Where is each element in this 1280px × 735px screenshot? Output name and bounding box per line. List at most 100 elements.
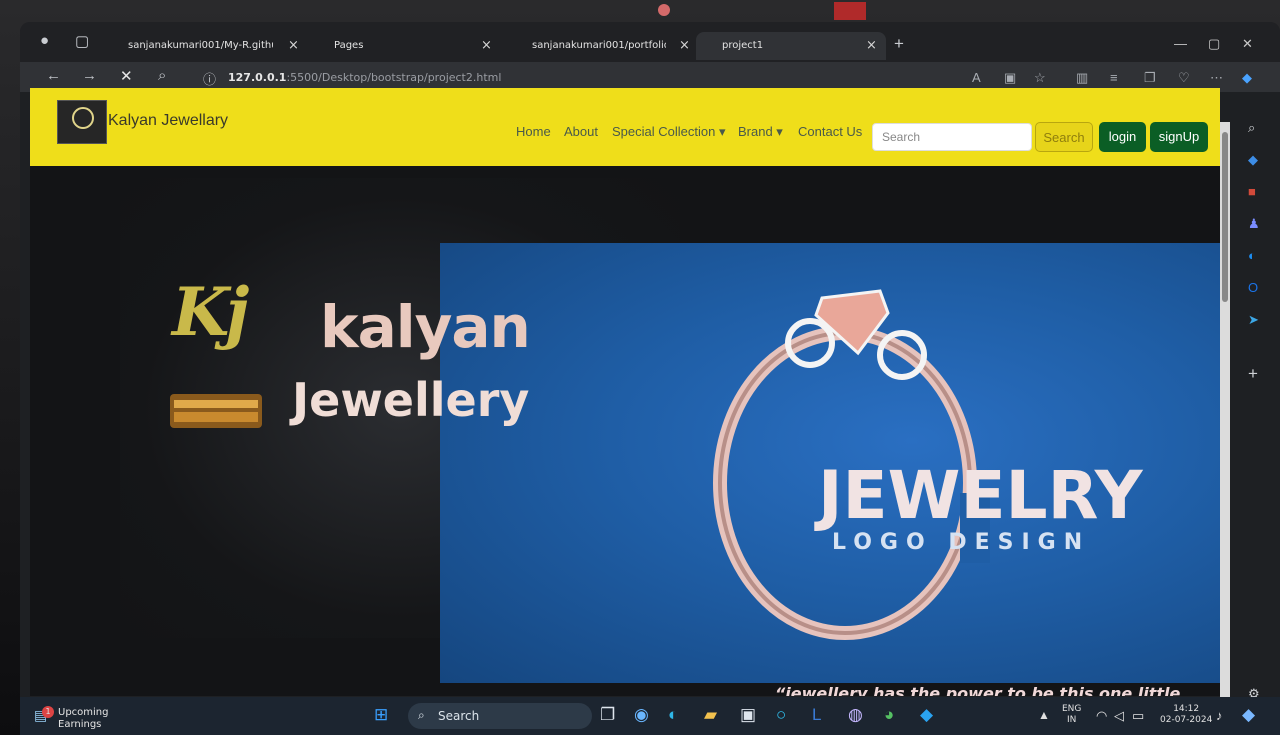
tab-actions-icon[interactable]: ▢ — [75, 32, 89, 50]
tab-title: sanjanakumari001/My-R.github. — [128, 40, 273, 51]
brand-logo[interactable] — [57, 100, 107, 144]
battery-icon[interactable]: ▭ — [1132, 708, 1144, 724]
close-icon[interactable]: × — [679, 38, 690, 53]
taskbar: ▤ 1 Upcoming Earnings ⊞ ⌕ Search ❐ ◉ ◐ ▰… — [20, 697, 1280, 735]
outlook-icon[interactable]: O — [1248, 280, 1258, 295]
tab-pages[interactable]: Pages × — [316, 32, 496, 60]
screen: ● ▢ sanjanakumari001/My-R.github. × Page… — [20, 22, 1280, 735]
volume-icon[interactable]: ◁ — [1114, 708, 1124, 724]
search-input[interactable]: Search — [872, 123, 1032, 151]
github-icon[interactable]: ◍ — [848, 705, 863, 725]
split-screen-icon[interactable]: ▥ — [1076, 70, 1088, 86]
clock[interactable]: 14:12 02-07-2024 — [1160, 704, 1212, 726]
close-window-icon[interactable]: ✕ — [1242, 36, 1253, 52]
chrome-icon[interactable]: ◕ — [884, 705, 894, 725]
site-info-icon[interactable]: ⓘ — [203, 69, 216, 88]
more-icon[interactable]: ⋯ — [1210, 70, 1223, 86]
file-explorer-icon[interactable]: ▰ — [704, 705, 717, 725]
search-icon[interactable]: ⌕ — [1248, 120, 1255, 136]
back-icon[interactable]: ← — [46, 67, 61, 84]
region-code: IN — [1067, 715, 1077, 725]
copilot-icon[interactable]: ◆ — [1242, 70, 1252, 86]
nav-brand[interactable]: Brand ▾ — [738, 124, 783, 140]
add-icon[interactable]: + — [1248, 364, 1258, 384]
send-icon[interactable]: ➤ — [1248, 312, 1259, 328]
tab-strip: ● ▢ sanjanakumari001/My-R.github. × Page… — [20, 22, 1280, 62]
tab-title: Pages — [334, 40, 364, 51]
new-tab-icon[interactable]: + — [894, 34, 904, 54]
store-icon[interactable]: ▣ — [740, 705, 756, 725]
chevron-up-icon[interactable]: ▲ — [1038, 708, 1050, 722]
read-aloud-icon[interactable]: A — [972, 70, 981, 85]
scrollbar-thumb[interactable] — [1222, 132, 1228, 302]
ring-icon — [72, 107, 94, 129]
nav-home[interactable]: Home — [516, 124, 551, 139]
banner-subtitle: LOGO DESIGN — [832, 530, 1090, 555]
page-viewport: Kalyan Jewellary Home About Special Coll… — [30, 88, 1220, 696]
tab-project1[interactable]: project1 × — [696, 32, 886, 60]
language-code: ENG — [1062, 704, 1082, 714]
cortana-icon[interactable]: ○ — [776, 705, 786, 725]
language-indicator[interactable]: ENG IN — [1062, 704, 1081, 726]
hero-title: kalyan — [320, 293, 531, 361]
collections-icon[interactable]: ❐ — [1144, 70, 1156, 86]
url-path: :5500/Desktop/bootstrap/project2.html — [286, 71, 502, 84]
earnings-widget[interactable]: Upcoming Earnings — [58, 707, 109, 731]
camera-indicator — [658, 4, 670, 16]
tab-my-r[interactable]: sanjanakumari001/My-R.github. × — [128, 32, 303, 60]
search-button[interactable]: Search — [1035, 122, 1093, 152]
stop-icon[interactable]: ✕ — [120, 67, 133, 85]
nav-about[interactable]: About — [564, 124, 598, 139]
wifi-icon[interactable]: ◠ — [1096, 708, 1107, 724]
url-field[interactable]: 127.0.0.1:5500/Desktop/bootstrap/project… — [228, 71, 501, 84]
copilot-taskbar-icon[interactable]: ◆ — [1242, 705, 1255, 725]
nav-contact[interactable]: Contact Us — [798, 124, 862, 139]
clock-time: 14:12 — [1173, 704, 1200, 714]
camera-strip — [724, 2, 866, 22]
login-button[interactable]: login — [1099, 122, 1146, 152]
edge-browser-icon[interactable]: ◐ — [668, 705, 678, 725]
tab-title: project1 — [722, 40, 764, 51]
games-icon[interactable]: ♟ — [1248, 216, 1260, 232]
close-icon[interactable]: × — [481, 38, 492, 53]
taskbar-search[interactable]: ⌕ Search — [408, 703, 592, 729]
nav-special-collection[interactable]: Special Collection ▾ — [612, 124, 725, 140]
edge-icon[interactable]: ◐ — [1248, 248, 1256, 263]
search-icon[interactable]: ⌕ — [158, 67, 166, 84]
forward-icon[interactable]: → — [82, 67, 97, 84]
jewellery-chest-image — [170, 394, 262, 428]
hero-subtitle: Jewellery — [292, 373, 530, 427]
task-view-icon[interactable]: ❐ — [600, 705, 615, 725]
profile-icon[interactable]: ● — [40, 32, 49, 49]
maximize-icon[interactable]: ▢ — [1208, 36, 1220, 52]
bell-icon[interactable]: ♪ — [1216, 708, 1223, 723]
chat-icon[interactable]: ◉ — [634, 705, 649, 725]
jewelry-banner-image: JEWELRY LOGO DESIGN — [440, 243, 1220, 683]
widget-title: Upcoming — [58, 707, 109, 718]
edge-sidebar: ⌕ ◆ ■ ♟ ◐ O ➤ + ⚙ — [1234, 92, 1280, 712]
site-navbar: Kalyan Jewellary Home About Special Coll… — [30, 88, 1220, 166]
immersive-reader-icon[interactable]: ▣ — [1004, 70, 1016, 86]
l-app-icon[interactable]: L — [812, 705, 821, 725]
vscode-icon[interactable]: ◆ — [920, 705, 933, 725]
brand-name[interactable]: Kalyan Jewellary — [108, 112, 228, 130]
tools-icon[interactable]: ■ — [1248, 184, 1256, 199]
start-icon[interactable]: ⊞ — [374, 705, 388, 725]
signup-button[interactable]: signUp — [1150, 122, 1208, 152]
heart-icon[interactable]: ♡ — [1178, 70, 1190, 86]
tab-portfolio[interactable]: sanjanakumari001/portfolio.git × — [532, 32, 692, 60]
favorite-icon[interactable]: ☆ — [1034, 70, 1046, 86]
minimize-icon[interactable]: — — [1174, 36, 1187, 51]
clock-date: 02-07-2024 — [1160, 715, 1213, 725]
taskbar-search-label: Search — [438, 709, 480, 723]
kj-monogram: Kj — [172, 273, 249, 351]
close-icon[interactable]: × — [866, 38, 877, 53]
notification-badge: 1 — [42, 706, 54, 718]
shopping-tag-icon[interactable]: ◆ — [1248, 152, 1258, 168]
page-scrollbar[interactable] — [1220, 122, 1230, 717]
widget-subtitle: Earnings — [58, 719, 102, 730]
close-icon[interactable]: × — [288, 38, 299, 53]
favorites-icon[interactable]: ≡ — [1110, 70, 1118, 85]
search-icon: ⌕ — [418, 708, 425, 722]
recording-badge — [834, 2, 866, 20]
